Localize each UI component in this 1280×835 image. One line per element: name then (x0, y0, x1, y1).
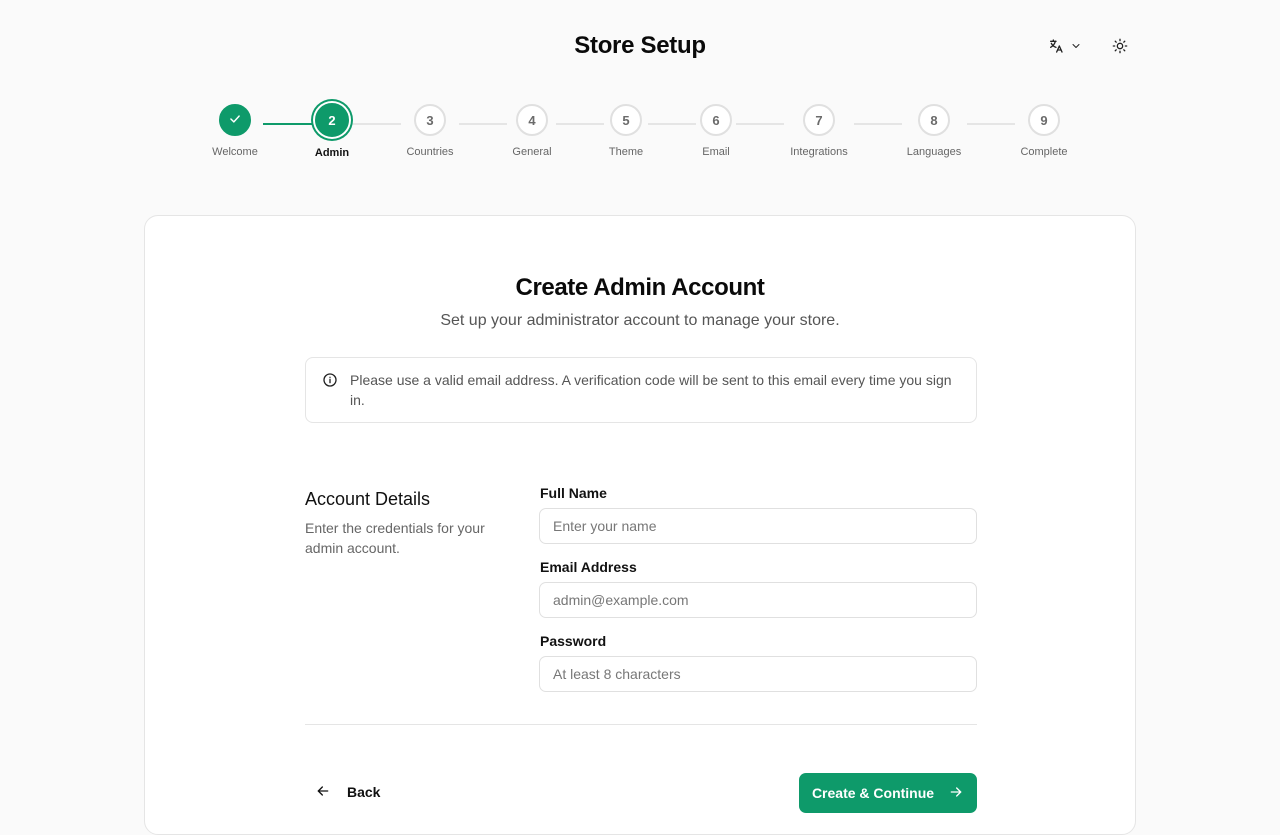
card-subtitle: Set up your administrator account to man… (440, 312, 840, 329)
back-button-label: Back (347, 784, 381, 800)
step-label: Welcome (212, 146, 258, 158)
sun-icon (1112, 38, 1128, 59)
step-general[interactable]: 4 General (492, 104, 572, 158)
step-circle: 4 (516, 104, 548, 136)
step-circle: 8 (918, 104, 950, 136)
step-languages[interactable]: 8 Languages (894, 104, 974, 158)
password-input[interactable] (539, 656, 977, 692)
step-label: Complete (1020, 146, 1068, 158)
full-name-input[interactable] (539, 508, 977, 544)
check-icon (228, 112, 242, 129)
step-label: Languages (906, 146, 962, 158)
section-title: Account Details (305, 489, 431, 509)
step-label: Admin (314, 147, 350, 159)
email-label: Email Address (540, 559, 637, 575)
info-alert: Please use a valid email address. A veri… (305, 357, 977, 423)
step-complete[interactable]: 9 Complete (1004, 104, 1084, 158)
full-name-label: Full Name (540, 485, 607, 501)
top-bar: Store Setup (0, 0, 1280, 96)
arrow-left-icon (315, 783, 331, 802)
card-title: Create Admin Account (515, 274, 765, 301)
admin-account-card: Create Admin Account Set up your adminis… (144, 215, 1136, 835)
step-welcome[interactable]: Welcome (195, 104, 275, 158)
theme-toggle-button[interactable] (1108, 36, 1132, 60)
alert-text: Please use a valid email address. A veri… (350, 372, 952, 408)
chevron-down-icon (1070, 39, 1082, 57)
step-integrations[interactable]: 7 Integrations (779, 104, 859, 158)
create-continue-button[interactable]: Create & Continue (799, 773, 977, 813)
step-circle: 3 (414, 104, 446, 136)
email-input[interactable] (539, 582, 977, 618)
language-selector[interactable] (1048, 36, 1092, 60)
step-label: General (512, 146, 552, 158)
step-email[interactable]: 6 Email (676, 104, 756, 158)
step-label: Email (702, 146, 730, 158)
step-label: Integrations (790, 146, 848, 158)
step-circle: 5 (610, 104, 642, 136)
translate-icon (1048, 38, 1064, 59)
step-label: Theme (608, 146, 644, 158)
step-circle: 7 (803, 104, 835, 136)
info-icon (322, 372, 338, 393)
step-label: Countries (406, 146, 454, 158)
step-circle: 6 (700, 104, 732, 136)
step-circle: 9 (1028, 104, 1060, 136)
step-countries[interactable]: 3 Countries (390, 104, 470, 158)
step-circle (219, 104, 251, 136)
section-description: Enter the credentials for your admin acc… (305, 520, 485, 556)
password-label: Password (540, 633, 607, 649)
divider (305, 724, 977, 725)
step-circle: 2 (315, 103, 349, 137)
create-continue-label: Create & Continue (811, 785, 935, 801)
step-theme[interactable]: 5 Theme (586, 104, 666, 158)
step-admin[interactable]: 2 Admin (292, 103, 372, 159)
